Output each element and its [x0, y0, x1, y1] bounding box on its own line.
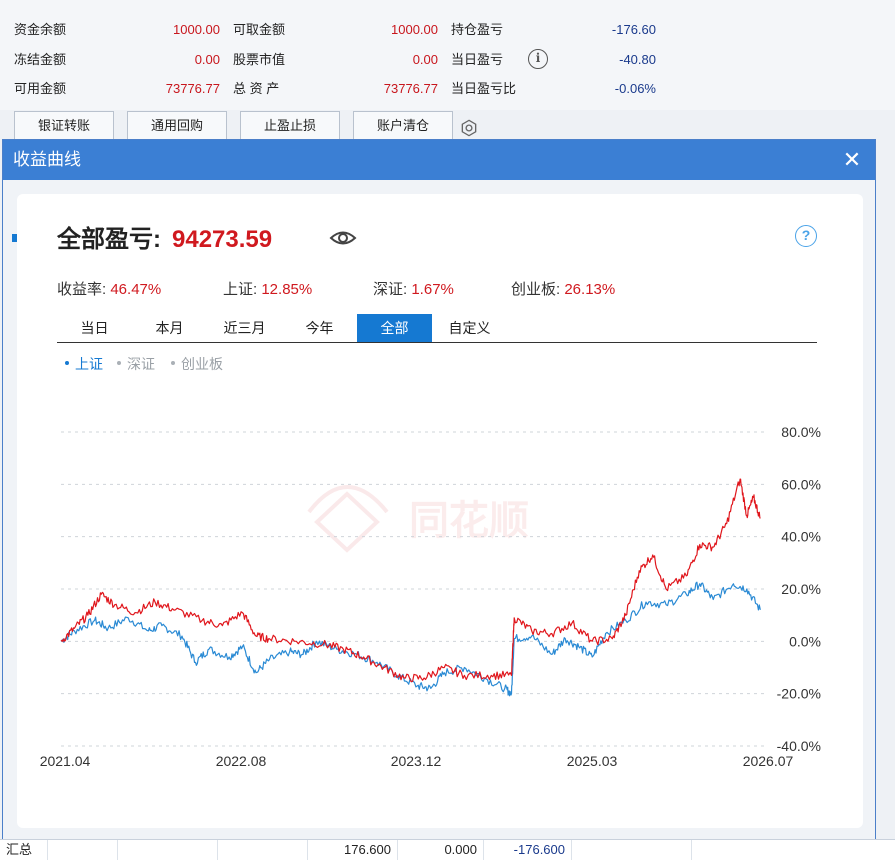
info-icon[interactable]: i [528, 49, 548, 69]
balance-label: 资金余额 [14, 22, 67, 37]
frozen-label: 冻结金额 [14, 52, 67, 67]
y-tick-label: -40.0% [777, 738, 821, 754]
x-tick-label: 2023.12 [391, 753, 442, 769]
withdrawable-value: 1000.00 [391, 22, 438, 37]
summary-empty-1 [48, 840, 118, 860]
balance-value: 1000.00 [173, 22, 220, 37]
profit-curve-chart: 同花顺 80.0% 60.0% 40.0% 20.0% 0.0% -20.0% -40.0%… [40, 424, 821, 769]
summary-value-3: -176.600 [484, 840, 572, 860]
daily-pnl-value: -40.80 [619, 52, 656, 67]
repo-button[interactable]: 通用回购 [127, 111, 227, 141]
summary-label: 汇总 [0, 840, 48, 860]
y-tick-label: 40.0% [781, 529, 821, 545]
y-tick-label: 0.0% [789, 633, 821, 649]
x-tick-label: 2026.07 [743, 753, 794, 769]
account-summary: 资金余额 1000.00 可取金额 1000.00 持仓盈亏 -176.60 冻… [0, 0, 895, 110]
x-axis-ticks: 2021.04 2022.08 2023.12 2025.03 2026.07 [40, 753, 794, 769]
withdrawable-label: 可取金额 [233, 22, 286, 37]
summary-value-1: 176.600 [308, 840, 398, 860]
available-label: 可用金额 [14, 81, 67, 96]
frozen-value: 0.00 [194, 52, 220, 67]
daily-pnl-ratio-value: -0.06% [614, 81, 656, 96]
summary-empty-3 [218, 840, 308, 860]
chart-grid [61, 431, 767, 747]
summary-row: 汇总 176.600 0.000 -176.600 [0, 839, 895, 860]
y-tick-label: 20.0% [781, 581, 821, 597]
stock-value-value: 0.00 [412, 52, 438, 67]
daily-pnl-label: 当日盈亏 [451, 52, 504, 67]
available-value: 73776.77 [165, 81, 220, 96]
close-button[interactable]: ✕ [839, 146, 865, 174]
x-tick-label: 2022.08 [216, 753, 267, 769]
total-assets-value: 73776.77 [383, 81, 438, 96]
daily-pnl-ratio-label: 当日盈亏比 [451, 81, 517, 96]
dialog-header: 收益曲线 ✕ [3, 140, 875, 180]
watermark-logo-icon [307, 485, 389, 553]
index-series-line [60, 581, 761, 697]
profit-curve-dialog: 收益曲线 ✕ 全部盈亏: 94273.59 ? 收益率: 46.47% 上证: … [2, 139, 876, 845]
summary-empty-2 [118, 840, 218, 860]
x-tick-label: 2021.04 [40, 753, 91, 769]
stock-value-label: 股票市值 [233, 52, 286, 67]
x-tick-label: 2025.03 [567, 753, 618, 769]
total-assets-label: 总 资 产 [233, 81, 280, 96]
clear-positions-button[interactable]: 账户清仓 [353, 111, 453, 141]
chart-card: 全部盈亏: 94273.59 ? 收益率: 46.47% 上证: 12.85% … [17, 194, 863, 828]
summary-value-2: 0.000 [398, 840, 484, 860]
settings-icon[interactable] [460, 119, 478, 137]
watermark: 同花顺 [307, 485, 529, 553]
bank-transfer-button[interactable]: 银证转账 [14, 111, 114, 141]
y-tick-label: 60.0% [781, 476, 821, 492]
stop-profit-loss-button[interactable]: 止盈止损 [240, 111, 340, 141]
dialog-title: 收益曲线 [13, 150, 81, 169]
y-tick-label: 80.0% [781, 424, 821, 440]
summary-empty-4 [572, 840, 692, 860]
position-pnl-label: 持仓盈亏 [451, 22, 504, 37]
position-pnl-value: -176.60 [611, 22, 656, 37]
y-axis-ticks: 80.0% 60.0% 40.0% 20.0% 0.0% -20.0% -40.0% [777, 424, 821, 754]
y-tick-label: -20.0% [777, 686, 821, 702]
